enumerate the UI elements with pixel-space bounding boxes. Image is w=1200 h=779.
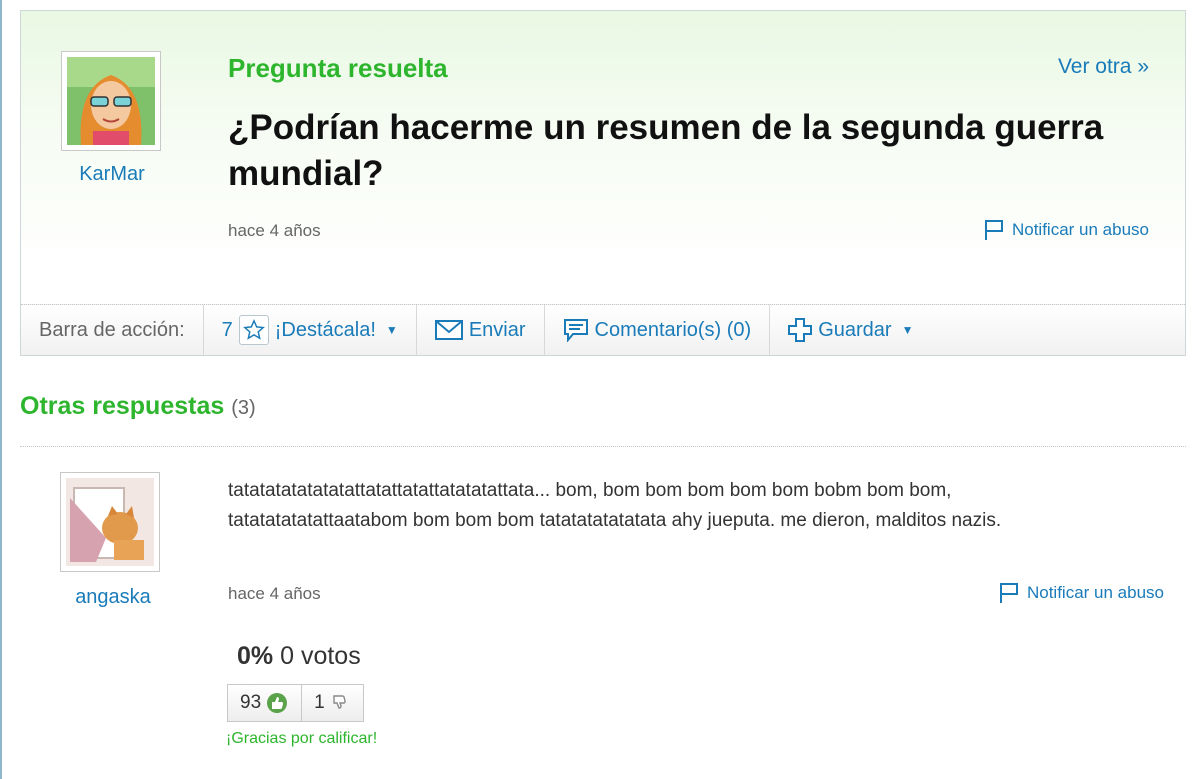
plus-icon bbox=[788, 318, 813, 342]
star-icon[interactable] bbox=[238, 315, 269, 345]
thumbs-down-icon bbox=[333, 695, 346, 709]
answer-text: tatatatatatatatattatattatattatatatattata… bbox=[228, 480, 1002, 531]
answer-report-abuse-link[interactable]: Notificar un abuso bbox=[999, 582, 1164, 604]
thumbs-up-count: 93 bbox=[240, 692, 262, 713]
answer-timestamp: hace 4 años bbox=[228, 584, 321, 603]
highlight-label: ¡Destácala! bbox=[274, 318, 376, 341]
see-another-link[interactable]: Ver otra » bbox=[1058, 55, 1149, 79]
thumbs-down-button[interactable]: 1 bbox=[301, 685, 363, 721]
save-label: Guardar bbox=[818, 318, 892, 341]
vote-percent: 0% bbox=[237, 642, 274, 670]
flag-icon bbox=[984, 220, 1003, 240]
highlight-button[interactable]: 7 ¡Destácala! ▼ bbox=[204, 305, 417, 355]
send-label: Enviar bbox=[468, 318, 526, 341]
answer-author-name[interactable]: angaska bbox=[58, 586, 168, 609]
thanks-message: ¡Gracias por calificar! bbox=[226, 730, 378, 747]
comments-button[interactable]: Comentario(s) (0) bbox=[545, 305, 771, 355]
action-bar: Barra de acción: 7 ¡Destácala! ▼ Enviar bbox=[21, 304, 1185, 355]
author-name[interactable]: KarMar bbox=[57, 163, 167, 186]
avatar-image bbox=[67, 57, 155, 145]
envelope-icon bbox=[434, 320, 463, 340]
page: KarMar Pregunta resuelta Ver otra » ¿Pod… bbox=[0, 0, 1200, 779]
answer-author-avatar[interactable] bbox=[60, 472, 160, 572]
report-abuse-label: Notificar un abuso bbox=[1026, 583, 1164, 602]
vote-count: 0 votos bbox=[280, 642, 361, 670]
flag-icon bbox=[999, 583, 1018, 603]
other-answers-count: (3) bbox=[231, 397, 256, 419]
action-bar-label: Barra de acción: bbox=[21, 305, 204, 355]
save-button[interactable]: Guardar ▼ bbox=[770, 305, 931, 355]
thumbs-up-icon bbox=[267, 693, 288, 713]
avatar-image bbox=[66, 478, 154, 566]
rating-buttons: 93 1 bbox=[227, 684, 364, 722]
report-abuse-label: Notificar un abuso bbox=[1011, 220, 1149, 239]
chevron-down-icon: ▼ bbox=[385, 323, 398, 337]
chevron-down-icon: ▼ bbox=[901, 323, 914, 337]
comments-label: Comentario(s) (0) bbox=[594, 318, 752, 341]
comment-icon bbox=[563, 319, 588, 342]
thumbs-down-count: 1 bbox=[314, 692, 325, 713]
send-button[interactable]: Enviar bbox=[417, 305, 545, 355]
question-card: KarMar Pregunta resuelta Ver otra » ¿Pod… bbox=[20, 10, 1186, 356]
question-timestamp: hace 4 años bbox=[228, 221, 321, 240]
vote-summary: 0% 0 votos bbox=[237, 642, 361, 671]
status-label: Pregunta resuelta bbox=[228, 53, 448, 83]
question-title: ¿Podrían hacerme un resumen de la segund… bbox=[228, 108, 1104, 193]
thumbs-up-button[interactable]: 93 bbox=[228, 685, 301, 721]
report-abuse-link[interactable]: Notificar un abuso bbox=[984, 219, 1149, 241]
star-count: 7 bbox=[221, 318, 233, 341]
author-avatar[interactable] bbox=[61, 51, 161, 151]
other-answers-title: Otras respuestas bbox=[20, 392, 225, 420]
other-answers-heading: Otras respuestas (3) bbox=[20, 392, 256, 421]
divider bbox=[20, 446, 1186, 447]
